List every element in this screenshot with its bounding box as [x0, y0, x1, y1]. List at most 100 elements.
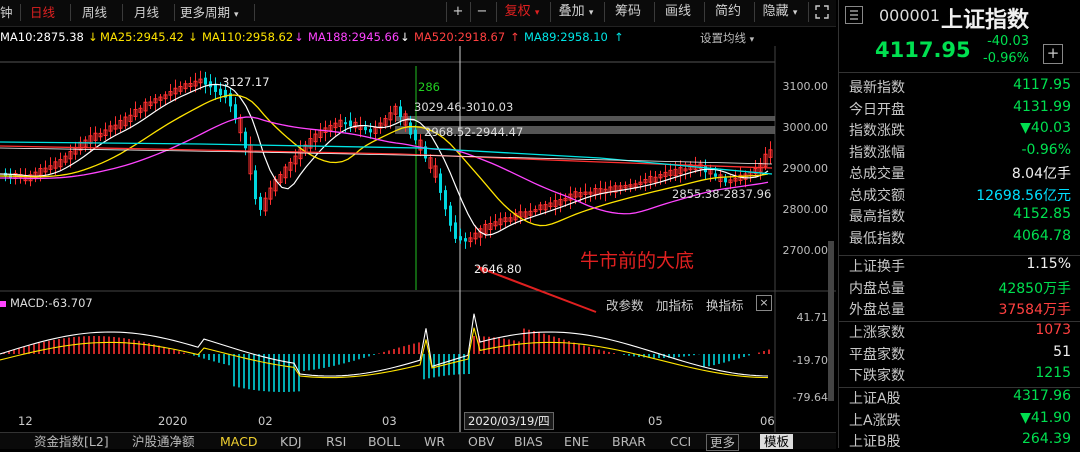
caret-down-icon: ▾	[792, 8, 798, 18]
add-watchlist-button[interactable]: +	[1043, 44, 1063, 64]
indicator-tabs: 资金指数[L2] 沪股通净额 MACD KDJ RSI BOLL WR OBV …	[0, 432, 836, 451]
quote-row-label: 上A涨跌	[849, 412, 901, 429]
tab-bias[interactable]: BIAS	[514, 434, 543, 449]
quote-row: 总成交量 8.04亿手	[849, 163, 1077, 184]
macd-change-button[interactable]: 换指标	[706, 295, 744, 314]
tab-daily[interactable]: 日线	[30, 3, 55, 22]
tab-rsi[interactable]: RSI	[326, 434, 346, 449]
quote-row-label: 指数涨幅	[849, 144, 905, 161]
down-arrow-icon: ↓	[294, 30, 304, 44]
price-change: -40.03	[987, 34, 1029, 49]
tab-hk-connect[interactable]: 沪股通净额	[132, 434, 195, 449]
simple-button[interactable]: 简约	[704, 2, 751, 22]
ma520-value: MA520:2918.67	[414, 30, 506, 44]
ma188-value: MA188:2945.66	[308, 30, 400, 44]
tab-kdj[interactable]: KDJ	[280, 434, 302, 449]
minute-tab[interactable]: 钟	[0, 3, 13, 22]
tab-obv[interactable]: OBV	[468, 434, 495, 449]
quote-row: 指数涨幅 -0.96%	[849, 142, 1077, 163]
ma110-value: MA110:2958.62	[202, 30, 294, 44]
period-toolbar: 钟 日线 周线 月线 更多周期 ▾ + − 复权 ▾ 叠加 ▾ 筹码 画线 简约…	[0, 0, 836, 27]
close-icon[interactable]: ×	[756, 295, 772, 311]
up-arrow-icon: ↑	[510, 30, 520, 44]
down-arrow-icon: ↓	[88, 30, 98, 44]
quote-row-value: 264.39	[1022, 431, 1071, 447]
quote-row: 上证B股 264.39	[849, 431, 1077, 452]
zoom-out-button[interactable]: −	[470, 2, 493, 22]
quote-row: 上A涨跌 ▼41.90	[849, 410, 1077, 431]
quote-row-label: 上证A股	[849, 391, 901, 407]
ma10-value: MA10:2875.38	[0, 30, 84, 44]
moving-averages	[0, 83, 773, 236]
bull-bottom-caption: 牛市前的大底	[580, 250, 695, 272]
overlay-dropdown[interactable]: 叠加 ▾	[550, 2, 601, 22]
quote-row-label: 内盘总量	[849, 280, 905, 297]
low-annotation: 2646.80	[474, 262, 522, 276]
tab-fund-index[interactable]: 资金指数[L2]	[34, 434, 109, 449]
tab-macd[interactable]: MACD	[220, 434, 257, 449]
expand-icon[interactable]	[808, 2, 835, 22]
macd-tick-mid: -19.70	[792, 354, 828, 367]
hide-label: 隐藏	[762, 4, 789, 19]
macd-add-button[interactable]: 加指标	[656, 295, 694, 314]
x-tick: 06	[760, 414, 775, 428]
tab-cci[interactable]: CCI	[670, 434, 691, 449]
ma-settings-button[interactable]: 设置均线 ▾	[700, 30, 754, 46]
x-tick: 12	[18, 414, 33, 428]
tab-more[interactable]: 更多	[706, 434, 740, 451]
quote-row-label: 上证B股	[849, 434, 901, 450]
quote-row-label: 总成交量	[849, 166, 905, 182]
more-period-dropdown[interactable]: 更多周期 ▾	[180, 3, 239, 22]
quote-row: 内盘总量 42850万手	[849, 278, 1077, 299]
menu-icon[interactable]	[845, 6, 863, 24]
current-price: 4117.95	[875, 38, 971, 62]
chips-button[interactable]: 筹码	[604, 2, 651, 22]
quote-row-value: 12698.56亿元	[976, 187, 1071, 204]
price-change-pct: -0.96%	[983, 51, 1029, 66]
quote-row-label: 最高指数	[849, 209, 905, 225]
quote-row: 指数涨跌 ▼40.03	[849, 120, 1077, 141]
quote-row-value: 4064.78	[1013, 227, 1071, 244]
macd-histogram	[0, 313, 770, 392]
quote-row: 平盘家数 51	[849, 344, 1077, 365]
y-tick-2700: 2700.00	[782, 244, 829, 257]
tab-wr[interactable]: WR	[424, 434, 445, 449]
tab-weekly[interactable]: 周线	[82, 3, 107, 22]
macd-tick-bottom: -79.64	[792, 391, 828, 404]
quote-row: 上涨家数 1073	[849, 322, 1077, 343]
more-period-label: 更多周期	[180, 5, 231, 20]
draw-line-button[interactable]: 画线	[654, 2, 701, 22]
down-arrow-icon: ↓	[400, 30, 410, 44]
quote-row-value: 4317.96	[1013, 388, 1071, 404]
x-axis: 12 2020 02 03 2020/03/19/四 05 06	[0, 412, 836, 432]
macd-params-button[interactable]: 改参数	[606, 295, 644, 314]
range-label-2: 2968.52-2944.47	[424, 125, 524, 139]
quote-row-value: ▼40.03	[1020, 120, 1071, 136]
y-tick-2900: 2900.00	[782, 162, 829, 175]
tab-ene[interactable]: ENE	[564, 434, 589, 449]
quote-row-value: 8.04亿手	[1011, 166, 1071, 182]
candlesticks	[4, 70, 773, 249]
tab-template[interactable]: 模板	[760, 434, 794, 449]
quote-row-label: 上证换手	[849, 259, 905, 275]
macd-color-swatch	[0, 301, 6, 307]
quote-row-label: 今日开盘	[849, 101, 905, 118]
y-tick-2800: 2800.00	[782, 203, 829, 216]
restore-label: 复权	[504, 4, 531, 19]
caret-down-icon: ▾	[749, 35, 755, 45]
tab-monthly[interactable]: 月线	[134, 3, 159, 22]
tab-brar[interactable]: BRAR	[612, 434, 646, 449]
x-tick: 03	[382, 414, 397, 428]
hide-dropdown[interactable]: 隐藏 ▾	[754, 2, 805, 22]
ma-legend: MA10:2875.38 ↓ MA25:2945.42 ↓ MA110:2958…	[0, 28, 836, 46]
crosshair-date: 2020/03/19/四	[464, 412, 554, 430]
quote-row-label: 指数涨跌	[849, 123, 905, 139]
tab-boll[interactable]: BOLL	[368, 434, 400, 449]
quote-row-value: 1.15%	[1026, 256, 1071, 272]
quote-row-value: 4117.95	[1013, 77, 1071, 93]
ma25-value: MA25:2945.42	[100, 30, 184, 44]
index-name: 上证指数	[941, 8, 1030, 33]
quote-row-value: 37584万手	[998, 302, 1071, 318]
zoom-in-button[interactable]: +	[446, 2, 469, 22]
restore-rights-dropdown[interactable]: 复权 ▾	[496, 2, 547, 22]
